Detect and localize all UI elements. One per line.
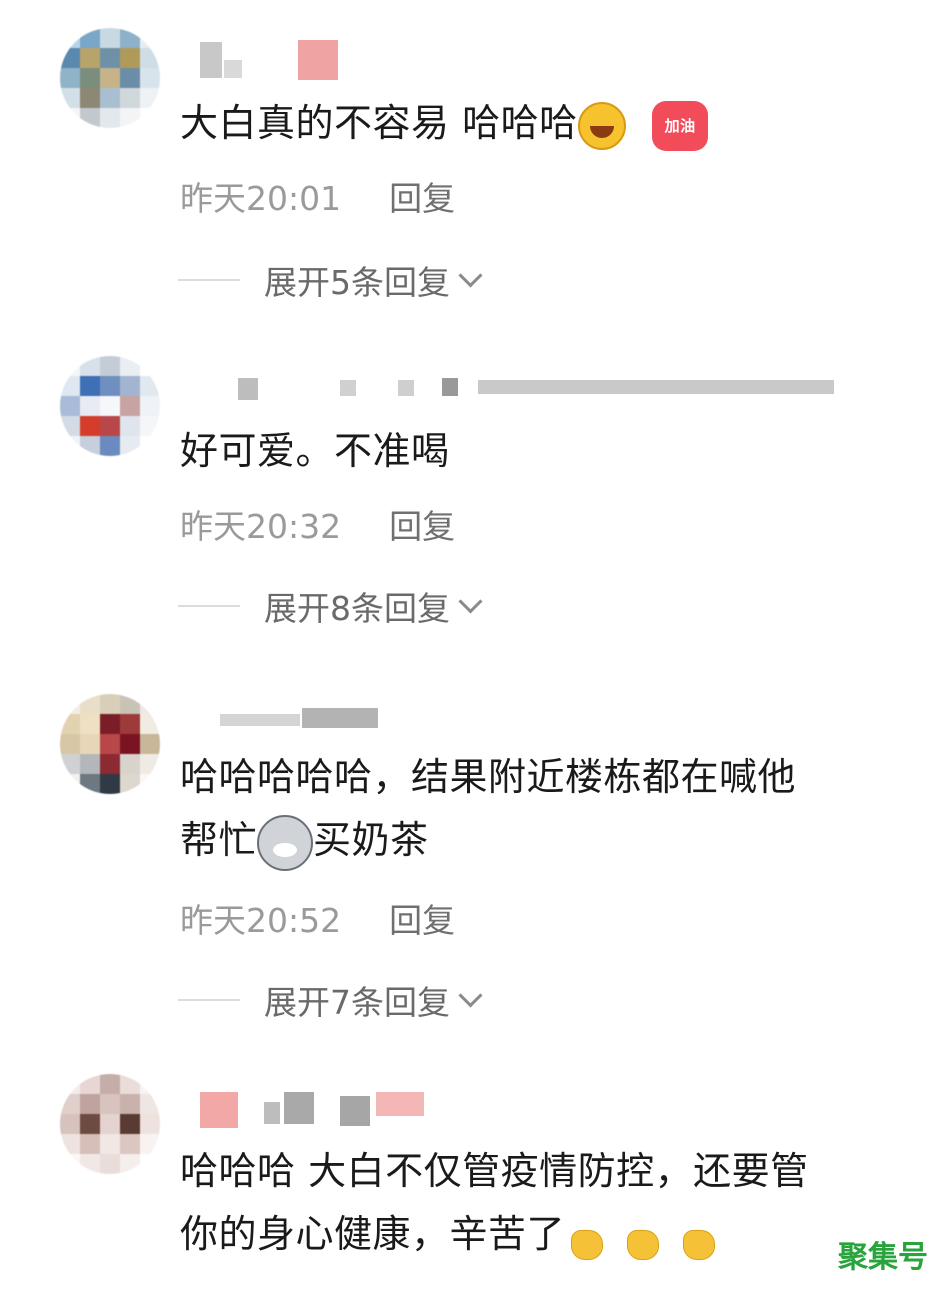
avatar[interactable] <box>60 1074 160 1174</box>
divider <box>178 999 240 1001</box>
avatar[interactable] <box>60 356 160 456</box>
jiayou-heart-emoji-icon: 加油 <box>652 100 709 151</box>
comment-text: 大白真的不容易 哈哈哈 加油 <box>180 92 920 155</box>
avatar[interactable] <box>60 28 160 128</box>
watermark: 聚集号 <box>838 1240 928 1275</box>
comment-text-line: 你的身心健康，辛苦了 <box>180 1203 920 1271</box>
expand-replies-button[interactable]: 展开5条回复 <box>178 256 483 304</box>
chevron-down-icon <box>458 588 483 614</box>
comment-text: 好可爱。不准喝 <box>180 429 450 473</box>
comment-text-line: 帮忙 买奶茶 <box>180 809 920 872</box>
finger-heart-emoji-icon <box>621 1208 661 1271</box>
laughing-tears-emoji-icon <box>577 101 626 150</box>
avatar[interactable] <box>60 694 160 794</box>
comment-meta: 昨天20:52 回复 <box>180 894 455 942</box>
comment-meta: 昨天20:32 回复 <box>180 500 455 548</box>
comment-text: 哈哈哈哈哈，结果附近楼栋都在喊他 帮忙 买奶茶 <box>180 746 920 872</box>
finger-heart-emoji-icon <box>565 1208 605 1271</box>
chevron-down-icon <box>458 982 483 1008</box>
timestamp: 昨天20:32 <box>180 507 342 546</box>
expand-label: 展开5条回复 <box>264 263 450 302</box>
comment-text: 哈哈哈 大白不仅管疫情防控，还要管 你的身心健康，辛苦了 <box>180 1140 920 1271</box>
comment-meta: 昨天20:01 回复 <box>180 172 455 220</box>
divider <box>178 279 240 281</box>
reply-button[interactable]: 回复 <box>389 901 455 940</box>
expand-replies-button[interactable]: 展开8条回复 <box>178 582 483 630</box>
timestamp: 昨天20:01 <box>180 179 342 218</box>
chevron-down-icon <box>458 262 483 288</box>
divider <box>178 605 240 607</box>
comment-text-line: 哈哈哈哈哈，结果附近楼栋都在喊他 <box>180 755 797 799</box>
expand-label: 展开7条回复 <box>264 983 450 1022</box>
doge-emoji-icon <box>257 814 314 871</box>
timestamp: 昨天20:52 <box>180 901 342 940</box>
expand-replies-button[interactable]: 展开7条回复 <box>178 976 483 1024</box>
finger-heart-emoji-icon <box>677 1208 717 1271</box>
reply-button[interactable]: 回复 <box>389 507 455 546</box>
expand-label: 展开8条回复 <box>264 589 450 628</box>
comment-text-line: 哈哈哈 大白不仅管疫情防控，还要管 <box>180 1149 809 1193</box>
reply-button[interactable]: 回复 <box>389 179 455 218</box>
